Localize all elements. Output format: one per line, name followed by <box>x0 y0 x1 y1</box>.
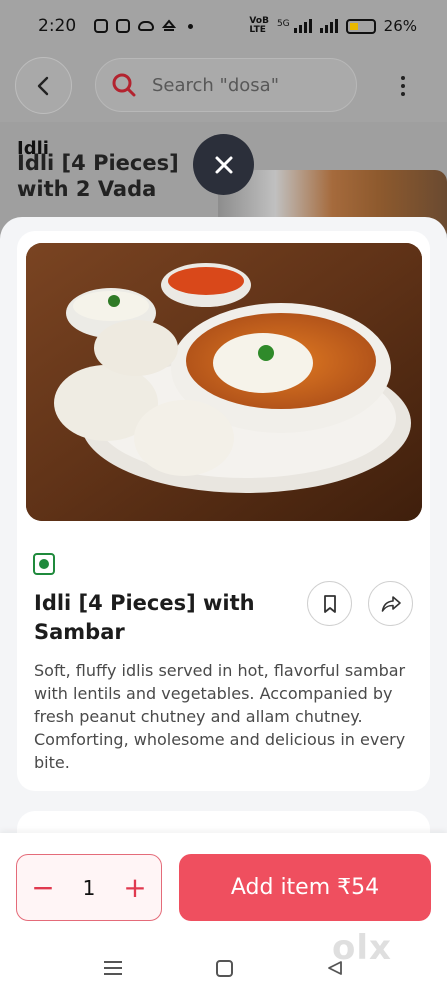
more-options-button[interactable] <box>391 66 415 106</box>
quantity-stepper: − 1 + <box>16 854 162 921</box>
item-title: Idli [4 Pieces] with Sambar <box>34 591 255 644</box>
back-button[interactable] <box>15 57 72 114</box>
share-icon <box>381 595 401 612</box>
battery-icon <box>345 18 376 34</box>
notification-icons <box>94 19 194 33</box>
increment-button[interactable]: + <box>123 873 147 902</box>
background-item-name-line2: with 2 Vada <box>17 177 157 201</box>
recent-apps-icon[interactable] <box>104 961 122 975</box>
item-description: Soft, fluffy idlis served in hot, flavor… <box>34 661 406 772</box>
more-notifications-icon <box>188 23 194 29</box>
idli-sambar-image <box>26 243 422 521</box>
bottom-action-bar: − 1 + Add item ₹54 <box>0 833 447 937</box>
header: Search "dosa" <box>0 52 447 122</box>
home-icon[interactable] <box>216 960 233 977</box>
network-type: 5G <box>276 19 290 29</box>
veg-indicator-icon <box>33 553 55 575</box>
background-item-name: Idli [4 Pieces] with 2 Vada <box>17 151 179 202</box>
instagram-icon <box>116 19 131 33</box>
system-icons: VoB LTE 5G 26% <box>249 17 417 36</box>
battery-percent: 26% <box>383 17 417 35</box>
status-time: 2:20 <box>38 16 77 36</box>
watermark-logo: olx <box>332 928 392 968</box>
search-icon <box>112 73 136 97</box>
close-button[interactable] <box>193 134 254 195</box>
share-button[interactable] <box>368 581 413 626</box>
search-placeholder: Search "dosa" <box>152 74 279 96</box>
eject-icon <box>162 19 177 31</box>
lte-label: LTE <box>249 25 266 35</box>
cloud-icon <box>138 21 155 31</box>
signal-icon <box>319 19 338 33</box>
item-card: Idli [4 Pieces] with Sambar Soft, fluffy… <box>17 231 430 791</box>
bookmark-icon <box>323 594 336 613</box>
quantity-value: 1 <box>82 875 96 900</box>
instagram-icon <box>94 19 109 33</box>
search-input[interactable]: Search "dosa" <box>95 58 357 112</box>
decrement-button[interactable]: − <box>31 873 55 902</box>
food-image <box>26 243 422 521</box>
chevron-left-icon <box>37 76 48 95</box>
add-item-button[interactable]: Add item ₹54 <box>179 854 431 921</box>
status-bar: 2:20 VoB LTE 5G 26% <box>0 0 447 52</box>
bookmark-button[interactable] <box>307 581 352 626</box>
close-icon <box>215 156 232 173</box>
network-label: VoB LTE <box>249 17 269 35</box>
signal-5g-icon: 5G <box>277 19 312 33</box>
background-item-name-line1: Idli [4 Pieces] <box>17 151 179 175</box>
